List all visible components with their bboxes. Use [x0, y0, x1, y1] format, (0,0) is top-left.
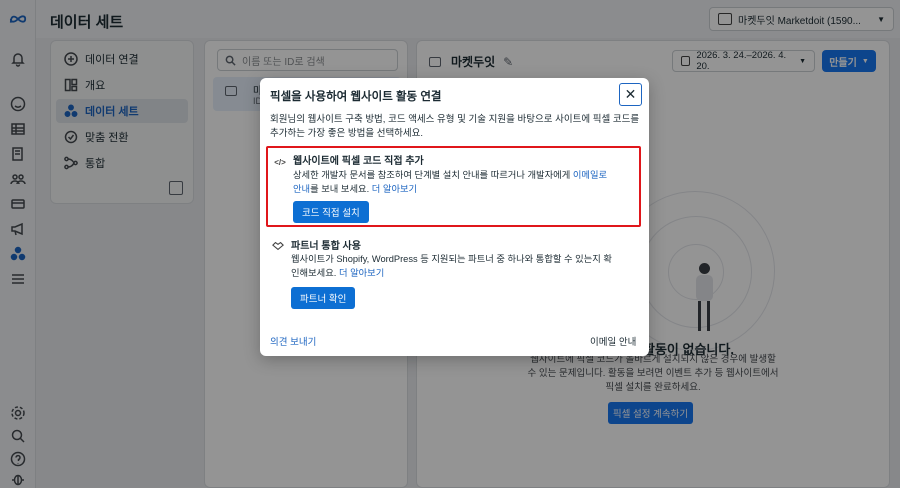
learn-more-link[interactable]: 더 알아보기 — [372, 184, 417, 194]
modal-title: 픽셀을 사용하여 웹사이트 활동 연결 — [270, 91, 442, 103]
option-partner-integration: 파트너 통합 사용 웹사이트가 Shopify, WordPress 등 지원되… — [266, 235, 641, 313]
connect-website-modal: 픽셀을 사용하여 웹사이트 활동 연결 ✕ 회원님의 웹사이트 구축 방법, 코… — [260, 78, 649, 356]
close-button[interactable]: ✕ — [619, 83, 642, 106]
option-desc-text: 를 보내 보세요. — [310, 184, 372, 194]
email-instructions-button[interactable]: 이메일 안내 — [590, 334, 636, 348]
option-title: 웹사이트에 픽셀 코드 직접 추가 — [293, 156, 424, 167]
send-feedback-link[interactable]: 의견 보내기 — [270, 334, 316, 348]
check-partners-button[interactable]: 파트너 확인 — [291, 287, 356, 309]
option-manual-install: </> 웹사이트에 픽셀 코드 직접 추가 상세한 개발자 문서를 참조하여 단… — [266, 146, 641, 227]
option-description: 웹사이트가 Shopify, WordPress 등 지원되는 파트너 중 하나… — [291, 252, 616, 280]
learn-more-link[interactable]: 더 알아보기 — [339, 268, 384, 278]
code-icon: </> — [274, 157, 286, 167]
option-desc-text: 상세한 개발자 문서를 참조하여 단계별 설치 안내를 따르거나 개발자에게 — [293, 170, 573, 180]
handshake-icon — [271, 239, 285, 253]
modal-intro: 회원님의 웹사이트 구축 방법, 코드 액세스 유형 및 기술 지원을 바탕으로… — [270, 114, 640, 139]
option-description: 상세한 개발자 문서를 참조하여 단계별 설치 안내를 따르거나 개발자에게 이… — [293, 168, 618, 196]
install-code-manually-button[interactable]: 코드 직접 설치 — [293, 201, 369, 223]
option-title: 파트너 통합 사용 — [291, 241, 361, 252]
close-icon: ✕ — [624, 86, 637, 102]
